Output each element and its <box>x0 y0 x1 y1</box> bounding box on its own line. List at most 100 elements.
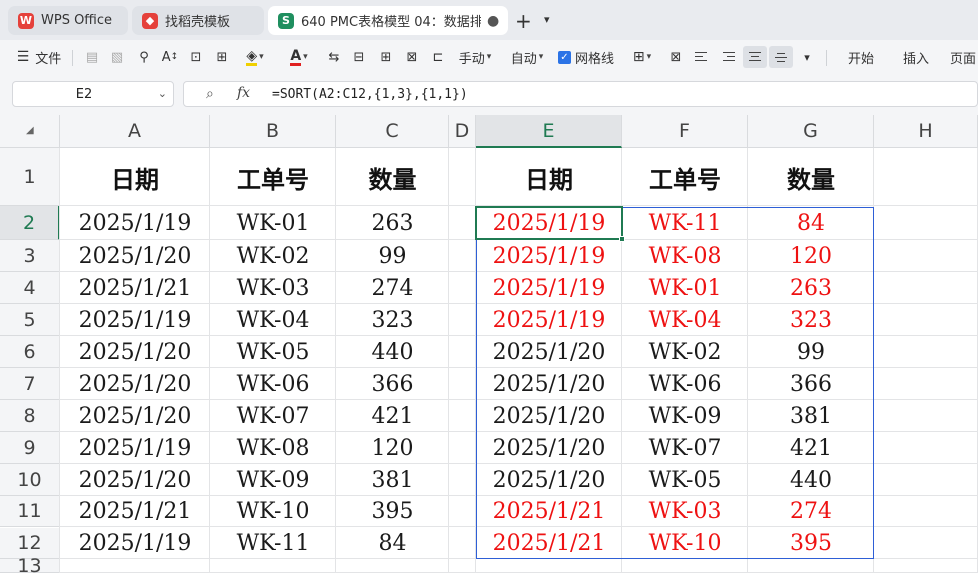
tab-spreadsheet-active[interactable]: S 640 PMC表格模型 04：数据排序 ● <box>268 6 508 35</box>
clear-format-icon[interactable]: ⊠ <box>666 46 686 68</box>
freeze-panes-icon[interactable]: ⊏ <box>428 46 448 68</box>
cell[interactable]: WK-03 <box>622 496 748 527</box>
column-header-e[interactable]: E <box>476 115 622 148</box>
border-icon[interactable]: ⊞ <box>212 46 232 68</box>
cell[interactable]: 2025/1/21 <box>476 496 622 527</box>
column-header-f[interactable]: F <box>622 115 748 148</box>
cell[interactable]: 421 <box>336 400 449 432</box>
wrap-text-icon[interactable]: ⇆ <box>324 46 344 68</box>
highlight-color-button[interactable]: ◈ ▾ <box>240 46 270 68</box>
cell[interactable]: 274 <box>748 496 874 527</box>
row-header-1[interactable]: 1 <box>0 148 60 206</box>
cell[interactable]: 2025/1/19 <box>60 432 210 464</box>
cell[interactable]: 381 <box>336 464 449 496</box>
tab-page[interactable]: 页面 <box>950 46 978 68</box>
zoom-icon[interactable]: ⌕ <box>206 86 214 102</box>
insert-column-icon[interactable]: ⊠ <box>402 46 422 68</box>
cell[interactable]: 日期 <box>60 148 210 206</box>
column-header-b[interactable]: B <box>210 115 336 148</box>
cell[interactable]: 2025/1/21 <box>60 496 210 527</box>
cell[interactable]: 数量 <box>748 148 874 206</box>
cell[interactable]: 日期 <box>476 148 622 206</box>
cell[interactable]: 99 <box>748 336 874 368</box>
cell[interactable]: 440 <box>748 464 874 496</box>
cell[interactable]: WK-04 <box>210 304 336 336</box>
row-header-11[interactable]: 11 <box>0 496 60 527</box>
cell[interactable]: WK-05 <box>622 464 748 496</box>
tab-home[interactable]: 开始 <box>840 46 882 68</box>
cell[interactable]: WK-06 <box>622 368 748 400</box>
row-header-8[interactable]: 8 <box>0 400 60 432</box>
row-header-2[interactable]: 2 <box>0 206 60 240</box>
tab-docer-templates[interactable]: ◆ 找稻壳模板 <box>132 6 264 35</box>
column-header-d[interactable]: D <box>449 115 476 148</box>
cell[interactable]: 2025/1/19 <box>60 206 210 240</box>
cell[interactable]: 263 <box>748 272 874 304</box>
row-header-3[interactable]: 3 <box>0 240 60 272</box>
gridlines-toggle[interactable]: ✓ 网格线 <box>556 46 616 68</box>
cell[interactable]: WK-03 <box>210 272 336 304</box>
cell[interactable]: WK-07 <box>622 432 748 464</box>
name-box[interactable]: E2 ⌄ <box>12 81 174 107</box>
cell[interactable]: WK-08 <box>622 240 748 272</box>
cell[interactable]: 2025/1/19 <box>60 528 210 559</box>
close-icon[interactable]: ● <box>487 13 499 29</box>
cell[interactable]: 323 <box>748 304 874 336</box>
more-chevron-icon[interactable]: ▾ <box>798 46 816 68</box>
cell[interactable]: 工单号 <box>622 148 748 206</box>
cell[interactable]: 395 <box>336 496 449 527</box>
cell[interactable]: WK-07 <box>210 400 336 432</box>
cell[interactable]: 2025/1/20 <box>60 368 210 400</box>
tab-insert[interactable]: 插入 <box>895 46 937 68</box>
cell[interactable]: 84 <box>748 206 874 240</box>
cell[interactable]: 381 <box>748 400 874 432</box>
cell[interactable]: 440 <box>336 336 449 368</box>
cell[interactable]: WK-09 <box>210 464 336 496</box>
cell[interactable]: 2025/1/20 <box>476 336 622 368</box>
fx-icon[interactable]: fx <box>237 85 250 101</box>
cell[interactable]: WK-06 <box>210 368 336 400</box>
cell[interactable]: 2025/1/20 <box>60 400 210 432</box>
manual-button[interactable]: 手动 ▾ <box>452 46 498 68</box>
cell[interactable]: 2025/1/19 <box>476 206 622 240</box>
cell[interactable]: 366 <box>336 368 449 400</box>
cell[interactable]: 323 <box>336 304 449 336</box>
cell[interactable]: 2025/1/20 <box>476 400 622 432</box>
cell[interactable]: 120 <box>748 240 874 272</box>
cell[interactable]: 99 <box>336 240 449 272</box>
file-menu-button[interactable]: ☰ 文件 <box>14 46 64 68</box>
cell[interactable]: 84 <box>336 528 449 559</box>
column-header-c[interactable]: C <box>336 115 449 148</box>
column-header-g[interactable]: G <box>748 115 874 148</box>
insert-row-icon[interactable]: ⊞ <box>376 46 396 68</box>
row-header-6[interactable]: 6 <box>0 336 60 368</box>
font-color-button[interactable]: A ▾ <box>284 46 314 68</box>
formula-input[interactable]: ⌕ fx =SORT(A2:C12,{1,3},{1,1}) <box>183 81 978 107</box>
cell[interactable]: 2025/1/20 <box>60 464 210 496</box>
new-tab-plus-icon[interactable]: + <box>515 9 532 33</box>
cell[interactable]: 395 <box>748 528 874 559</box>
column-header-h[interactable]: H <box>874 115 978 148</box>
row-header-7[interactable]: 7 <box>0 368 60 400</box>
cell[interactable]: 数量 <box>336 148 449 206</box>
align-center-icon[interactable] <box>743 46 767 68</box>
row-header-9[interactable]: 9 <box>0 432 60 464</box>
cell[interactable]: 274 <box>336 272 449 304</box>
cell[interactable]: WK-02 <box>210 240 336 272</box>
chevron-down-icon[interactable]: ▾ <box>544 13 550 26</box>
cell[interactable]: WK-11 <box>210 528 336 559</box>
cell[interactable]: WK-01 <box>210 206 336 240</box>
cell[interactable]: 263 <box>336 206 449 240</box>
format-painter-icon[interactable]: ▧ <box>107 46 127 68</box>
row-header-4[interactable]: 4 <box>0 272 60 304</box>
cell[interactable]: WK-05 <box>210 336 336 368</box>
cell[interactable]: 2025/1/21 <box>476 528 622 559</box>
align-middle-icon[interactable] <box>769 46 793 68</box>
cell[interactable]: 工单号 <box>210 148 336 206</box>
formula-text[interactable]: =SORT(A2:C12,{1,3},{1,1}) <box>272 87 468 102</box>
cell[interactable]: 2025/1/19 <box>476 272 622 304</box>
merge-cells-icon[interactable]: ⊟ <box>349 46 369 68</box>
cell[interactable]: 2025/1/21 <box>60 272 210 304</box>
cell[interactable]: WK-10 <box>210 496 336 527</box>
spreadsheet-grid[interactable]: ◢ ABCDEFGH 1 2 3 4 5 6 7 8 9 10 11 12 13 日期 工单号 数量 日期 工单… <box>0 115 978 573</box>
